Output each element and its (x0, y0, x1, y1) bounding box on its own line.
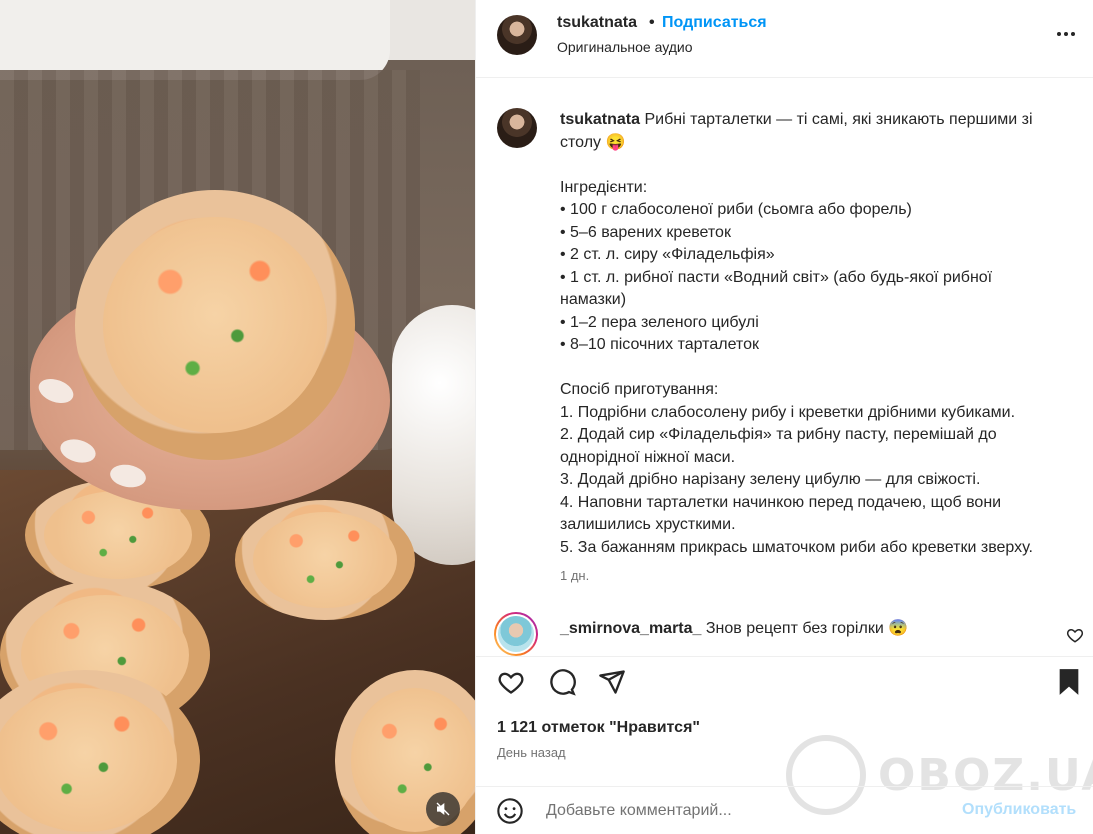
caption-timestamp[interactable]: 1 дн. (560, 568, 589, 583)
video-background-shirt (0, 0, 390, 80)
commenter-username[interactable]: _smirnova_marta_ (560, 620, 701, 637)
comment-input[interactable] (546, 799, 946, 823)
caption-first-line: tsukatnata Рибні тарталетки — ті самі, я… (560, 109, 1080, 132)
caption-line (560, 357, 1080, 380)
caption-line: Спосіб приготування: (560, 381, 719, 398)
author-avatar[interactable] (497, 15, 537, 55)
publish-button[interactable]: Опубликовать (962, 801, 1076, 819)
caption-line: • 5–6 варених креветок (560, 223, 731, 241)
separator-dot: • (649, 14, 655, 31)
comment-like-heart-icon[interactable] (1066, 626, 1084, 644)
send-paper-plane-icon (599, 670, 625, 694)
share-button[interactable] (597, 667, 627, 697)
like-button[interactable] (496, 667, 526, 697)
caption-line: 1. Подрібни слабосолену рибу і креветки … (560, 403, 1016, 421)
mute-button[interactable] (426, 792, 460, 826)
post-details-panel: tsukatnata • Подписаться Оригинальное ау… (475, 0, 1093, 834)
post-caption: tsukatnata Рибні тарталетки — ті самі, я… (560, 109, 1080, 559)
caption-line: 3. Додай дрібно нарізану зелену цибулю —… (560, 471, 981, 488)
audio-label[interactable]: Оригинальное аудио (557, 39, 693, 55)
save-button[interactable] (1054, 667, 1084, 697)
caption-line: Інгредієнти: (560, 178, 648, 196)
author-username[interactable]: tsukatnata (557, 14, 637, 32)
caption-line: • 2 ст. л. сиру «Філадельфія» (560, 246, 775, 263)
heart-icon (498, 672, 524, 694)
more-horizontal-icon (1057, 32, 1075, 36)
post-header: tsukatnata • Подписаться Оригинальное ау… (476, 0, 1093, 78)
more-options-button[interactable] (1052, 20, 1080, 48)
emoji-smiley-icon[interactable] (496, 797, 524, 825)
video-bowl (392, 305, 475, 565)
comment-button[interactable] (547, 667, 577, 697)
comment-composer: Опубликовать (476, 786, 1093, 834)
caption-line: 5. За бажанням прикрась шматочком риби а… (560, 538, 1033, 556)
caption-line: намазки) (560, 291, 627, 308)
caption-line: 4. Наповни тарталетки начинкою перед под… (560, 493, 1002, 511)
caption-line: залишились хрусткими. (560, 516, 736, 533)
likes-count[interactable]: 1 121 отметок "Нравится" (497, 719, 700, 737)
caption-line (560, 154, 1080, 177)
comment-text: Знов рецепт без горілки 😨 (705, 620, 909, 637)
comment-bubble-icon (550, 669, 576, 696)
comment-body: _smirnova_marta_ Знов рецепт без горілки… (560, 618, 908, 638)
caption-username[interactable]: tsukatnata (560, 111, 640, 128)
tartlet-image (75, 190, 355, 460)
comment-item: _smirnova_marta_ Знов рецепт без горілки… (476, 610, 1093, 656)
caption-title-continuation: столу 😝 (560, 133, 626, 151)
caption-line: • 1–2 пера зеленого цибулі (560, 313, 759, 331)
bookmark-filled-icon (1059, 669, 1079, 695)
tartlet-image (235, 500, 415, 620)
follow-button[interactable]: Подписаться (662, 14, 767, 32)
caption-title-text: Рибні тарталетки — ті самі, які зникають… (644, 111, 1033, 128)
commenter-avatar[interactable] (494, 612, 538, 656)
caption-line: • 1 ст. л. рибної пасти «Водний світ» (а… (560, 268, 993, 286)
caption-line: 2. Додай сир «Філадельфія» та рибну паст… (560, 426, 997, 443)
caption-author-avatar[interactable] (497, 108, 537, 148)
caption-line: • 100 г слабосоленої риби (сьомга або фо… (560, 201, 912, 218)
caption-line: • 8–10 пісочних тарталеток (560, 336, 759, 353)
post-date[interactable]: День назад (497, 745, 566, 760)
post-video[interactable] (0, 0, 475, 834)
caption-line: однорідної ніжної маси. (560, 448, 736, 466)
speaker-muted-icon (436, 802, 450, 816)
